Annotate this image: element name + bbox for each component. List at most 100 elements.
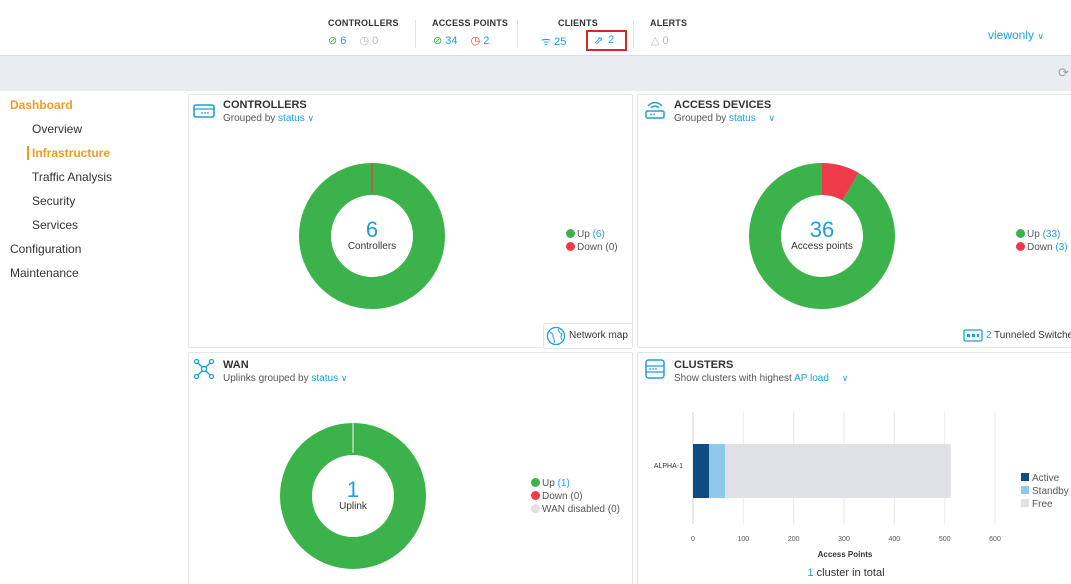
legend-dot xyxy=(566,242,575,251)
legend-dot xyxy=(531,491,540,500)
legend-down[interactable]: Down (3) xyxy=(1016,241,1068,254)
top-summary-bar: CONTROLLERS ⊘ 6 ◷ 0 ACCESS POINTS ⊘ 34 ◷… xyxy=(0,0,1071,56)
clusters-sort-selector[interactable]: Show clusters with highest AP load ∨ xyxy=(674,373,848,384)
check-circle-icon: ⊘ xyxy=(328,35,338,47)
controllers-group-selector[interactable]: Grouped by status ∨ xyxy=(223,113,314,124)
sidebar-item-security[interactable]: Security xyxy=(32,194,75,208)
bar-segment-standby xyxy=(709,444,726,498)
alerts-summary[interactable]: ALERTS xyxy=(650,18,687,28)
access-points-down-count[interactable]: 2 xyxy=(483,35,489,47)
access-points-total[interactable]: 36 xyxy=(792,219,852,241)
legend-up-label: Up xyxy=(542,478,555,489)
sidebar-item-services[interactable]: Services xyxy=(32,218,78,232)
group-value[interactable]: status xyxy=(278,113,305,124)
divider xyxy=(517,20,518,48)
legend-down-label: Down xyxy=(1027,242,1053,253)
legend-dot xyxy=(566,229,575,238)
legend-up-count[interactable]: (33) xyxy=(1043,229,1061,240)
cluster-total-label: cluster in total xyxy=(816,567,885,579)
legend-active-label: Active xyxy=(1032,473,1060,484)
refresh-icon[interactable]: ⟳ xyxy=(1058,65,1069,81)
access-group-selector[interactable]: Grouped by status ∨ xyxy=(674,113,775,124)
wan-center-label: Uplink xyxy=(339,501,367,512)
wireless-clients-count[interactable]: 25 xyxy=(554,36,566,48)
user-menu[interactable]: viewonly ∨ xyxy=(988,28,1044,42)
access-point-icon xyxy=(645,101,665,119)
bar-segment-free xyxy=(725,444,951,498)
divider xyxy=(633,20,634,48)
x-axis-label: Access Points xyxy=(818,550,873,559)
legend-down-count: (0) xyxy=(570,491,583,502)
group-value[interactable]: status xyxy=(311,373,338,384)
sidebar-item-infrastructure[interactable]: Infrastructure xyxy=(32,146,110,160)
globe-icon xyxy=(546,326,566,346)
sort-value[interactable]: AP load xyxy=(794,373,829,384)
legend-down[interactable]: Down (0) xyxy=(566,241,618,254)
access-center-label: Access points xyxy=(791,241,853,252)
x-tick-label: 400 xyxy=(888,536,900,543)
tunneled-label: Tunneled Switche xyxy=(994,330,1071,341)
remote-client-icon: ⇗ xyxy=(594,35,604,47)
sidebar-item-traffic-analysis[interactable]: Traffic Analysis xyxy=(32,170,112,184)
legend-swatch xyxy=(1021,499,1029,507)
controllers-down-count[interactable]: 0 xyxy=(372,35,378,47)
legend-up-count[interactable]: (6) xyxy=(593,229,605,240)
controllers-up-count[interactable]: 6 xyxy=(340,35,346,47)
access-legend: Up (33) Down (3) xyxy=(1016,228,1068,254)
sidebar-item-overview[interactable]: Overview xyxy=(32,122,82,136)
network-map-button[interactable]: Network map xyxy=(543,323,633,349)
sidebar-item-configuration[interactable]: Configuration xyxy=(10,242,81,256)
controllers-total[interactable]: 6 xyxy=(342,219,402,241)
legend-disabled-label: WAN disabled (0) xyxy=(542,504,620,515)
legend-up[interactable]: Up (1) xyxy=(531,477,620,490)
tunneled-switches-link[interactable]: 2 Tunneled Switche xyxy=(961,325,1071,347)
legend-up-count[interactable]: (1) xyxy=(558,478,570,489)
legend-up-label: Up xyxy=(577,229,590,240)
clients-summary-title: CLIENTS xyxy=(558,18,598,28)
wifi-icon: ᯤ xyxy=(541,36,552,48)
clusters-bar-chart[interactable]: 0 100 200 300 400 500 600 ALPHA-1 Access Points xyxy=(637,400,1071,565)
alert-clock-icon: ◷ xyxy=(470,35,481,47)
legend-active[interactable]: Active xyxy=(1021,472,1069,485)
sidebar-item-maintenance[interactable]: Maintenance xyxy=(10,266,79,280)
legend-disabled[interactable]: WAN disabled (0) xyxy=(531,503,620,516)
alerts-count[interactable]: 0 xyxy=(663,35,669,47)
clients-summary[interactable]: CLIENTS xyxy=(558,18,598,28)
legend-up[interactable]: Up (33) xyxy=(1016,228,1068,241)
access-points-up-count[interactable]: 34 xyxy=(445,35,457,47)
wan-group-selector[interactable]: Uplinks grouped by status ∨ xyxy=(223,373,347,384)
controllers-summary[interactable]: CONTROLLERS xyxy=(328,18,399,28)
legend-swatch xyxy=(1021,486,1029,494)
legend-free[interactable]: Free xyxy=(1021,498,1069,511)
legend-up[interactable]: Up (6) xyxy=(566,228,618,241)
controllers-legend: Up (6) Down (0) xyxy=(566,228,618,254)
legend-down-count[interactable]: (3) xyxy=(1055,242,1067,253)
sidebar-item-dashboard[interactable]: Dashboard xyxy=(10,98,73,112)
controllers-center-label: Controllers xyxy=(347,241,397,252)
switch-icon xyxy=(963,329,983,342)
legend-dot xyxy=(531,504,540,513)
chevron-down-icon: ∨ xyxy=(307,113,315,123)
group-label: Grouped by xyxy=(674,113,727,124)
legend-swatch xyxy=(1021,473,1029,481)
alerts-summary-title: ALERTS xyxy=(650,18,688,28)
legend-free-label: Free xyxy=(1032,499,1053,510)
legend-down-label: Down xyxy=(542,491,568,502)
cluster-total-count[interactable]: 1 xyxy=(807,567,813,579)
x-tick-label: 300 xyxy=(838,536,850,543)
wan-card-title: WAN xyxy=(223,359,249,371)
clock-icon: ◷ xyxy=(359,35,370,47)
remote-clients-highlight[interactable]: ⇗ 2 xyxy=(586,30,627,51)
group-value[interactable]: status xyxy=(729,113,756,124)
legend-down[interactable]: Down (0) xyxy=(531,490,620,503)
x-tick-label: 600 xyxy=(989,536,1001,543)
group-label: Grouped by xyxy=(223,113,276,124)
network-topology-icon xyxy=(193,358,215,380)
legend-standby[interactable]: Standby xyxy=(1021,485,1069,498)
cluster-total: 1 cluster in total xyxy=(637,567,1055,579)
x-tick-label: 500 xyxy=(939,536,951,543)
access-points-summary[interactable]: ACCESS POINTS xyxy=(432,18,508,28)
legend-dot xyxy=(1016,242,1025,251)
username: viewonly xyxy=(988,28,1035,42)
uplinks-total[interactable]: 1 xyxy=(323,479,383,501)
